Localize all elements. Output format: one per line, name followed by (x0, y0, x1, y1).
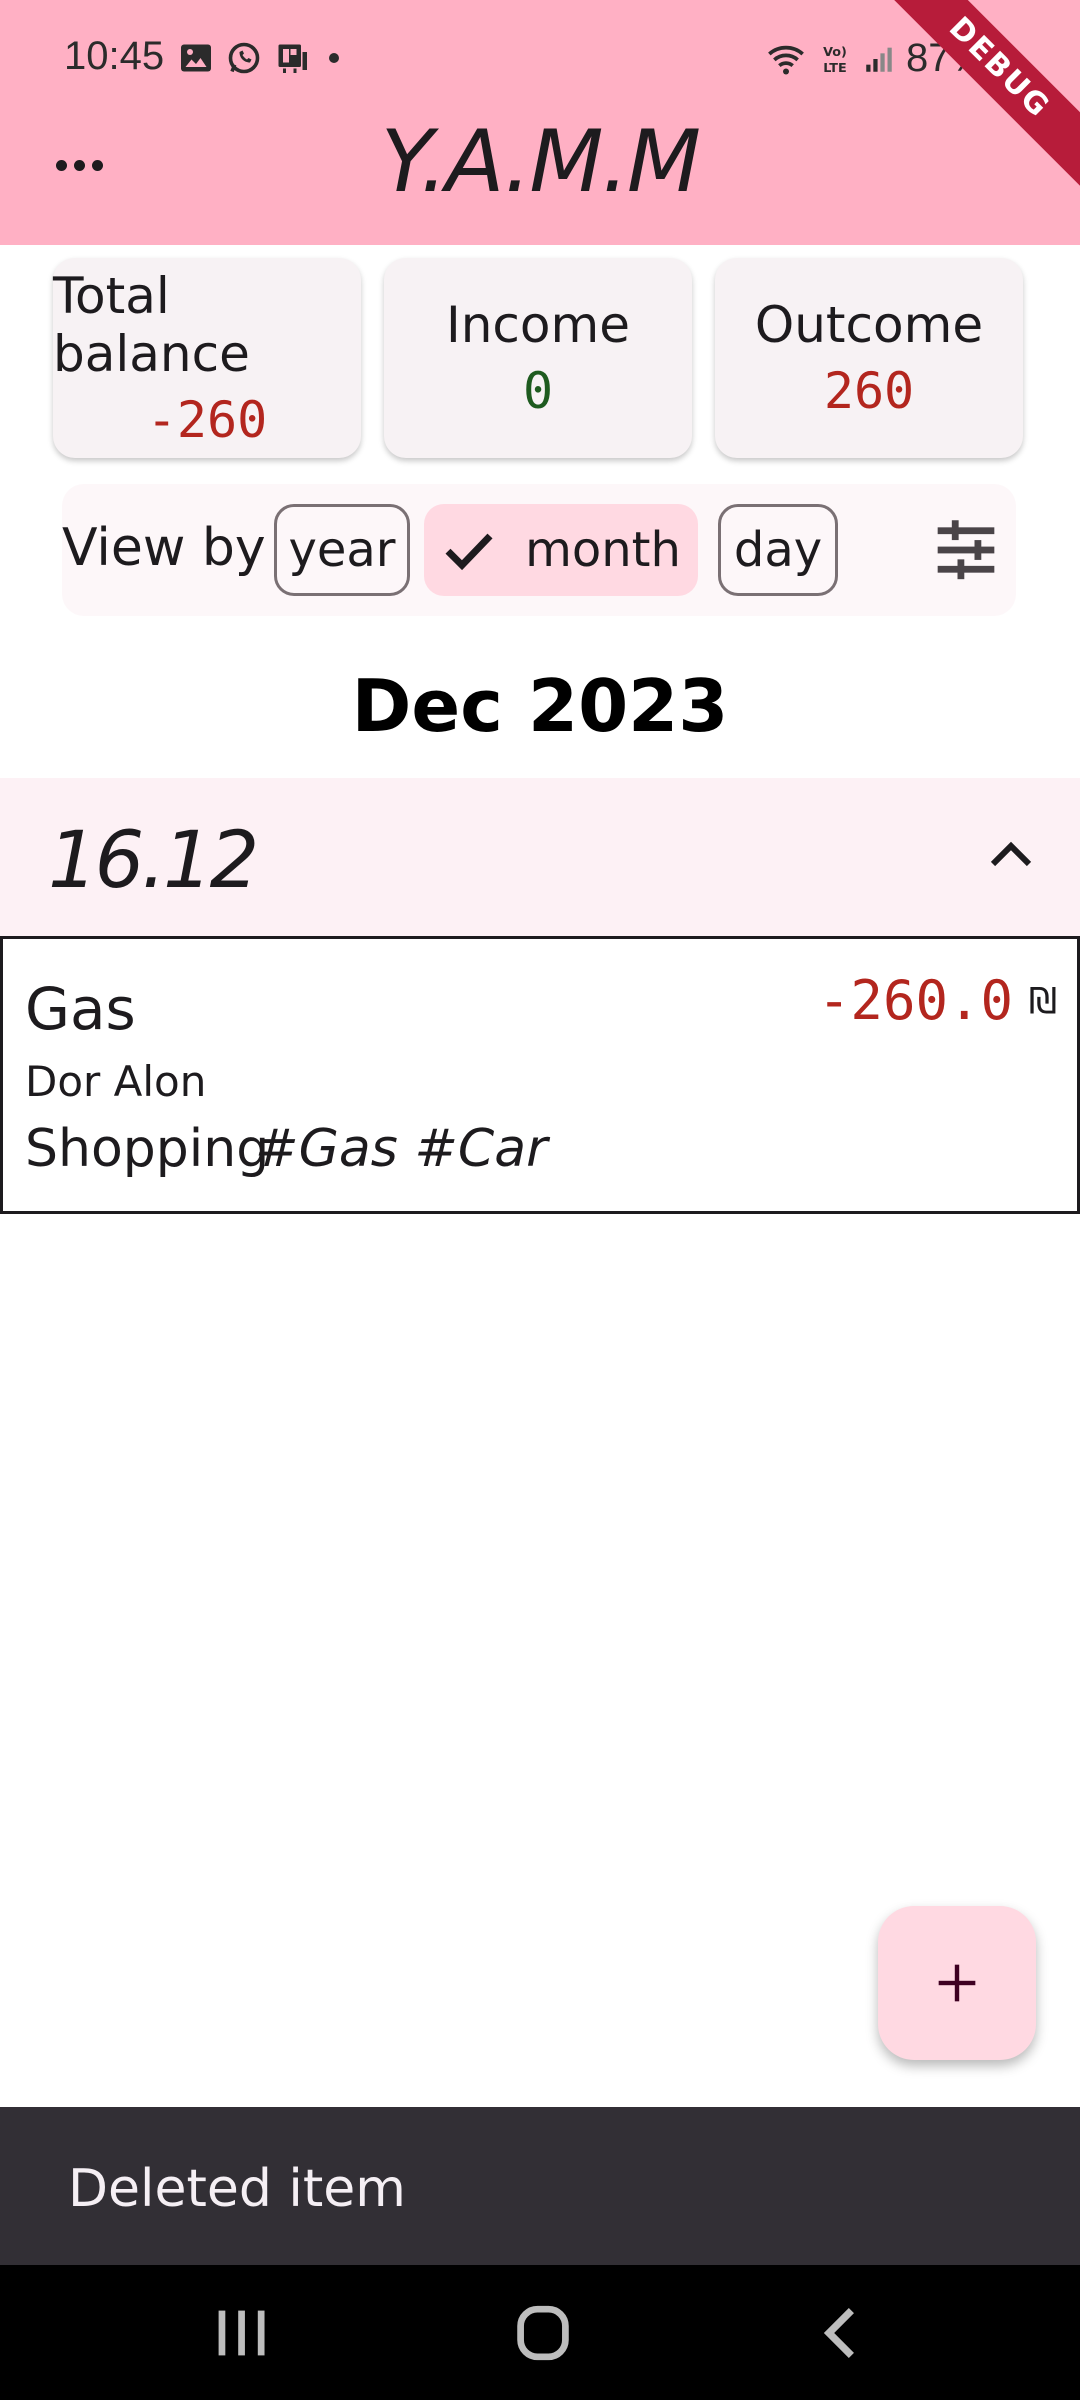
svg-text:LTE: LTE (823, 60, 846, 75)
chip-day-label: day (733, 522, 823, 578)
status-time: 10:45 (64, 34, 165, 78)
chip-month-label: month (525, 522, 681, 578)
transaction-payee: Dor Alon (25, 1057, 207, 1106)
outcome-card: Outcome 260 (715, 258, 1023, 458)
signal-icon (866, 47, 892, 72)
income-value: 0 (522, 362, 554, 420)
snackbar: Deleted item (0, 2107, 1080, 2265)
transaction-tags: #Gas #Car (255, 1119, 548, 1179)
app-title: Y.A.M.M (380, 112, 701, 212)
date-group-label: 16.12 (48, 816, 259, 906)
transaction-category: Shopping (25, 1119, 270, 1179)
transaction-name: Gas (25, 975, 136, 1043)
add-icon (938, 1964, 976, 2002)
cast-icon (278, 44, 307, 73)
add-transaction-button[interactable] (878, 1906, 1036, 2060)
view-by-bar: View by year month day (62, 484, 1016, 616)
wifi-icon (768, 45, 804, 74)
dot-icon (329, 53, 339, 63)
total-balance-value: -260 (146, 391, 268, 449)
recents-icon[interactable] (206, 2305, 276, 2361)
outcome-label: Outcome (754, 296, 984, 354)
transaction-item[interactable]: Gas -260.0 ₪ Dor Alon Shopping #Gas #Car (0, 936, 1080, 1214)
status-notification-icons (178, 40, 346, 76)
chip-year[interactable]: year (274, 504, 410, 596)
chevron-up-icon[interactable] (986, 838, 1036, 870)
period-title: Dec 2023 (351, 664, 729, 748)
check-icon (445, 533, 493, 571)
summary-cards: Total balance -260 Income 0 Outcome 260 (53, 258, 1023, 458)
total-balance-card: Total balance -260 (53, 258, 361, 458)
snackbar-text: Deleted item (68, 2159, 406, 2219)
app-bar: 10:45 Vo) LTE 87% DEBUG Y.A.M.M (0, 0, 1080, 245)
view-by-label: View by (62, 518, 266, 578)
date-group-header[interactable]: 16.12 (0, 778, 1080, 936)
chip-month[interactable]: month (424, 504, 698, 596)
currency-symbol: ₪ (1028, 981, 1057, 1022)
svg-text:Vo): Vo) (823, 45, 847, 60)
back-icon[interactable] (808, 2305, 878, 2361)
volte-icon: Vo)LTE (823, 45, 847, 76)
chip-year-label: year (288, 522, 396, 578)
home-icon[interactable] (508, 2305, 578, 2361)
transaction-amount: -260.0 (817, 969, 1013, 1032)
income-card: Income 0 (384, 258, 692, 458)
chip-day[interactable]: day (718, 504, 838, 596)
income-label: Income (446, 296, 630, 354)
whatsapp-icon (228, 42, 260, 74)
image-icon (181, 44, 211, 72)
tune-icon[interactable] (930, 516, 1002, 584)
total-balance-label: Total balance (53, 267, 250, 383)
system-nav-bar (0, 2265, 1080, 2400)
outcome-value: 260 (823, 362, 915, 420)
